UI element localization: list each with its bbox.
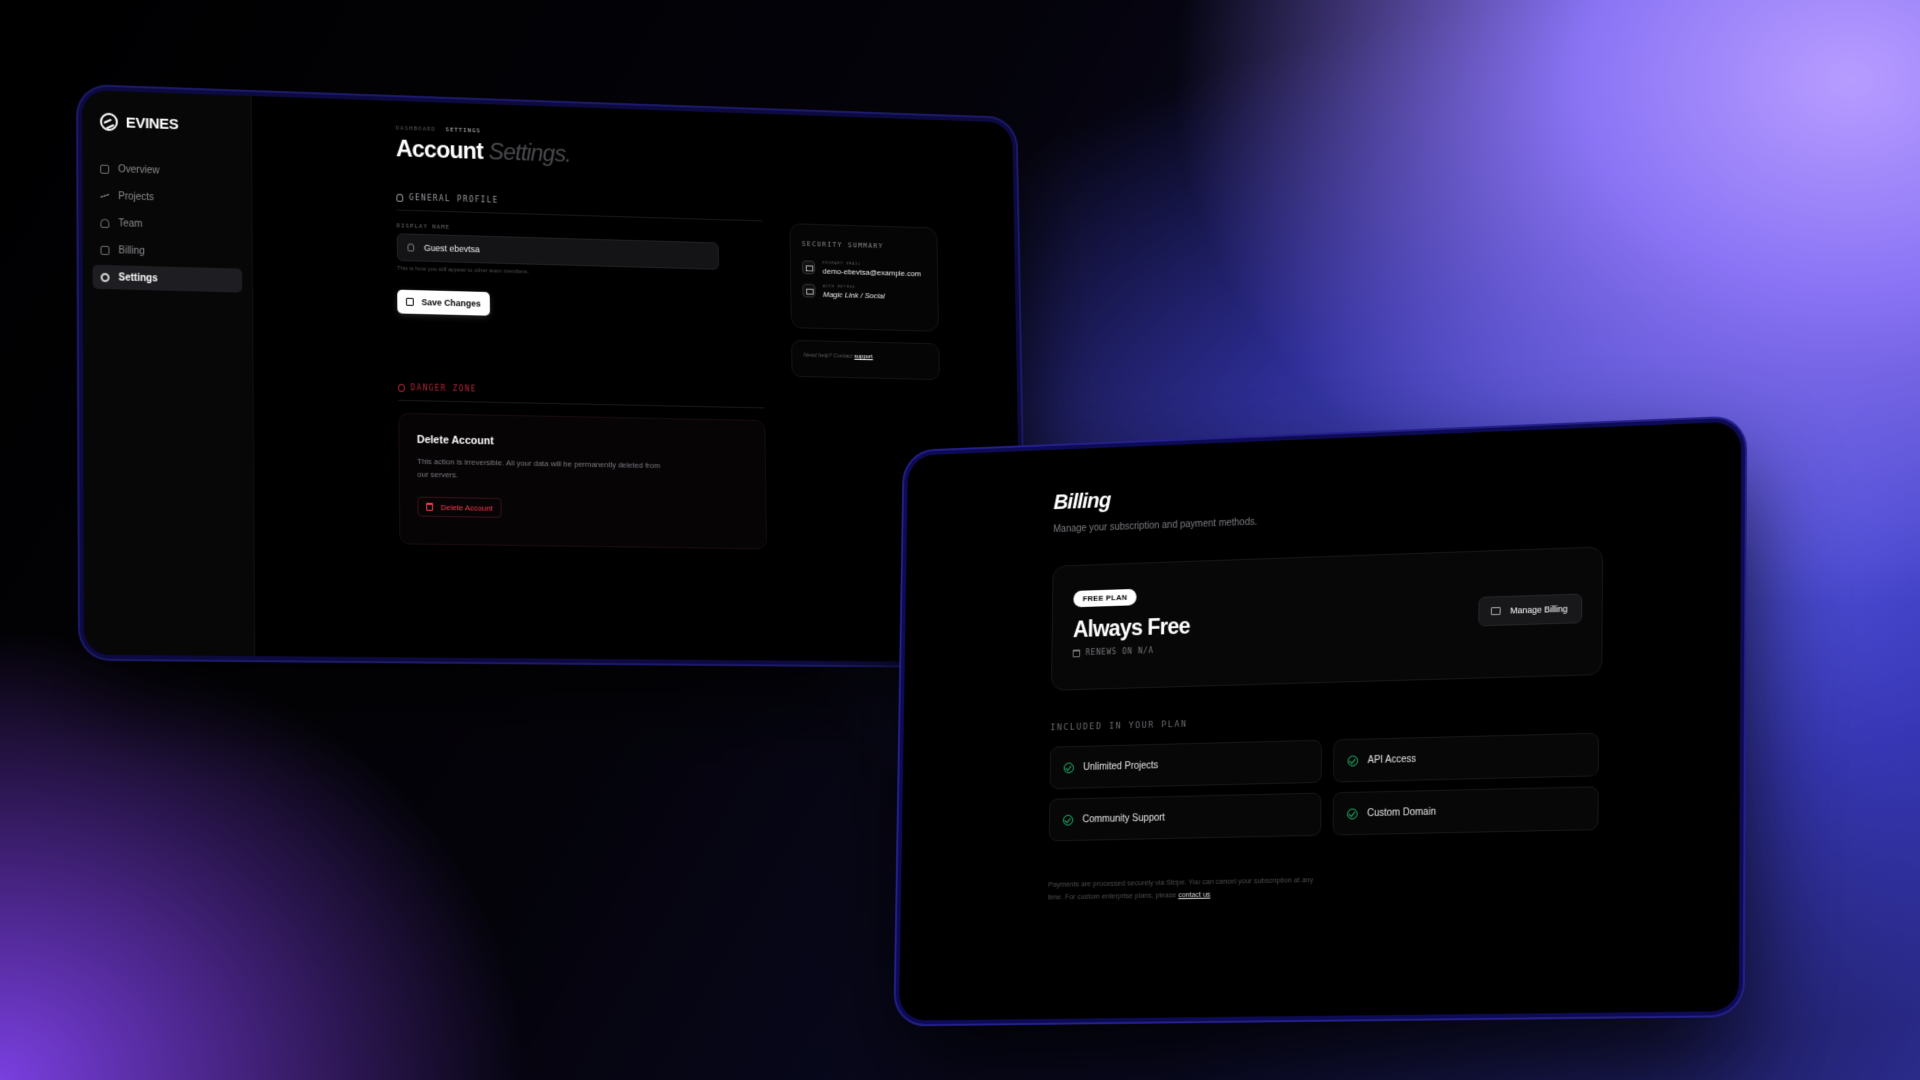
plan-renewal-text: RENEWS ON N/A <box>1085 646 1154 657</box>
security-email-row: PRIMARY EMAIL demo-ebevtsa@example.com <box>801 259 926 279</box>
page-title-accent: Settings. <box>488 138 571 168</box>
key-icon <box>802 283 816 298</box>
sidebar-item-label: Overview <box>118 163 160 176</box>
users-icon <box>100 218 110 228</box>
billing-window: Billing Manage your subscription and pay… <box>898 421 1742 1021</box>
delete-account-title: Delete Account <box>416 433 494 448</box>
check-circle-icon <box>1062 814 1074 826</box>
account-settings-window: EVINES Overview Projects Team Billing Se… <box>82 90 1022 663</box>
general-profile-label: GENERAL PROFILE <box>408 193 499 205</box>
billing-footer: Payments are processed securely via Stri… <box>1048 873 1330 903</box>
sidebar-item-label: Projects <box>118 190 155 203</box>
feature-label: Custom Domain <box>1367 806 1437 819</box>
support-link[interactable]: support <box>854 354 873 360</box>
alert-circle-icon <box>398 383 405 392</box>
billing-main: Billing Manage your subscription and pay… <box>1048 468 1604 903</box>
sidebar-item-label: Team <box>118 217 143 230</box>
delete-account-description: This action is irreversible. All your da… <box>417 456 661 480</box>
feature-item: Community Support <box>1048 792 1322 842</box>
trash-icon <box>426 502 434 511</box>
plan-card: FREE PLAN Always Free RENEWS ON N/A Mana… <box>1050 546 1604 691</box>
sidebar-item-label: Billing <box>118 244 145 257</box>
email-value: demo-ebevtsa@example.com <box>822 266 922 279</box>
brand[interactable]: EVINES <box>92 112 241 135</box>
auth-value: Magic Link / Social <box>822 290 885 301</box>
feature-label: Unlimited Projects <box>1083 759 1159 773</box>
help-card: Need help? Contact support <box>791 339 940 381</box>
check-circle-icon <box>1347 754 1359 767</box>
breadcrumb-settings: SETTINGS <box>445 126 481 135</box>
manage-billing-label: Manage Billing <box>1510 603 1568 616</box>
credit-card-icon <box>1490 606 1501 616</box>
danger-zone-card: Delete Account This action is irreversib… <box>398 412 768 550</box>
delete-account-button[interactable]: Delete Account <box>417 496 502 518</box>
feature-label: Community Support <box>1082 812 1165 825</box>
breadcrumb-dashboard[interactable]: DASHBOARD <box>396 125 436 133</box>
sidebar-item-overview[interactable]: Overview <box>92 156 241 185</box>
save-changes-button[interactable]: Save Changes <box>397 289 490 316</box>
grid-icon <box>100 164 110 174</box>
feature-item: API Access <box>1333 732 1599 783</box>
plan-badge: FREE PLAN <box>1073 588 1137 608</box>
security-summary-card: SECURITY SUMMARY PRIMARY EMAIL demo-ebev… <box>789 223 940 332</box>
display-name-value: Guest ebevtsa <box>423 242 480 255</box>
sidebar: EVINES Overview Projects Team Billing Se… <box>82 90 256 657</box>
sidebar-item-settings[interactable]: Settings <box>92 264 243 293</box>
sidebar-item-billing[interactable]: Billing <box>93 238 242 266</box>
sidebar-item-label: Settings <box>118 271 158 284</box>
brand-logo-icon <box>99 112 118 132</box>
bolt-icon <box>100 190 110 201</box>
feature-item: Unlimited Projects <box>1049 739 1323 790</box>
check-circle-icon <box>1063 762 1074 773</box>
manage-billing-button[interactable]: Manage Billing <box>1478 593 1583 627</box>
feature-grid: Unlimited Projects API Access Community … <box>1048 732 1602 842</box>
security-summary-title: SECURITY SUMMARY <box>801 240 884 251</box>
page-title-main: Account <box>395 135 484 165</box>
save-icon <box>405 297 414 306</box>
delete-account-label: Delete Account <box>440 502 493 513</box>
user-icon <box>396 193 404 202</box>
user-icon <box>407 243 415 252</box>
sidebar-item-projects[interactable]: Projects <box>92 183 241 211</box>
feature-item: Custom Domain <box>1332 786 1599 836</box>
credit-card-icon <box>100 245 110 255</box>
auth-key: AUTH METHOD <box>822 283 856 290</box>
check-circle-icon <box>1346 807 1358 820</box>
help-text: Need help? Contact <box>803 352 853 360</box>
included-header: INCLUDED IN YOUR PLAN <box>1050 719 1188 734</box>
save-changes-label: Save Changes <box>421 297 481 309</box>
calendar-icon <box>1072 648 1081 657</box>
contact-us-link[interactable]: contact us <box>1178 890 1210 899</box>
display-name-field[interactable]: Guest ebevtsa <box>396 233 720 270</box>
feature-label: API Access <box>1367 753 1417 766</box>
security-auth-row: AUTH METHOD Magic Link / Social <box>802 283 926 302</box>
gear-icon <box>100 272 110 282</box>
danger-zone-header: DANGER ZONE <box>397 382 765 409</box>
danger-zone-label: DANGER ZONE <box>410 383 477 394</box>
mail-icon <box>801 260 816 275</box>
sidebar-item-team[interactable]: Team <box>92 210 241 238</box>
brand-name: EVINES <box>125 113 179 133</box>
general-profile-header: GENERAL PROFILE <box>396 192 763 222</box>
